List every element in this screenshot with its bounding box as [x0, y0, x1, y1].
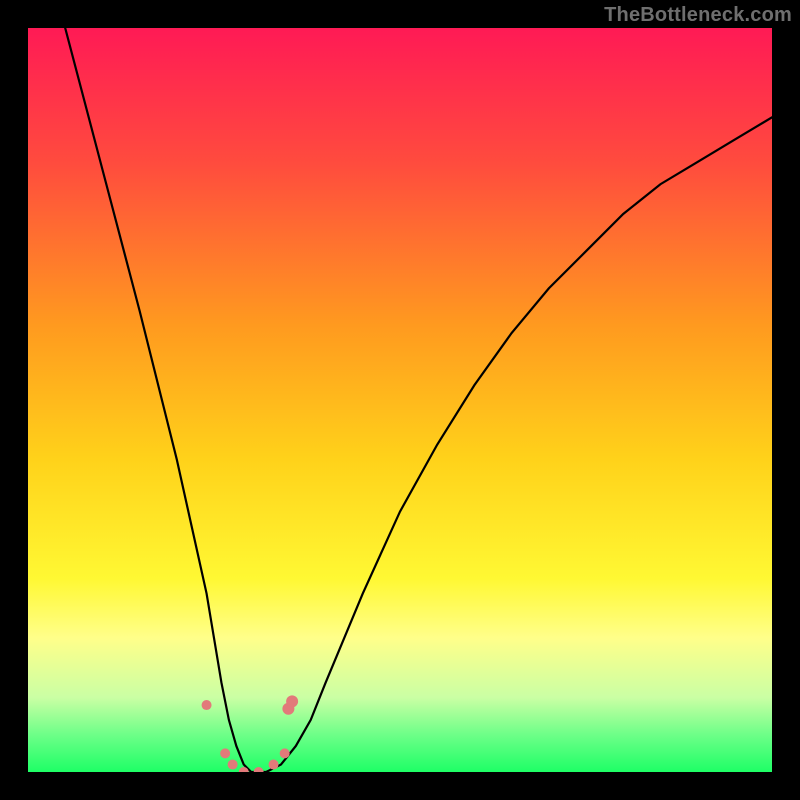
plot-area [28, 28, 772, 772]
gradient-background [28, 28, 772, 772]
marker-dot [280, 748, 290, 758]
watermark-text: TheBottleneck.com [604, 4, 792, 27]
marker-dot [202, 700, 212, 710]
outer-frame: TheBottleneck.com [0, 0, 800, 800]
bottleneck-chart [28, 28, 772, 772]
marker-dot [286, 695, 298, 707]
marker-dot [228, 760, 238, 770]
marker-dot [269, 760, 279, 770]
marker-dot [220, 748, 230, 758]
